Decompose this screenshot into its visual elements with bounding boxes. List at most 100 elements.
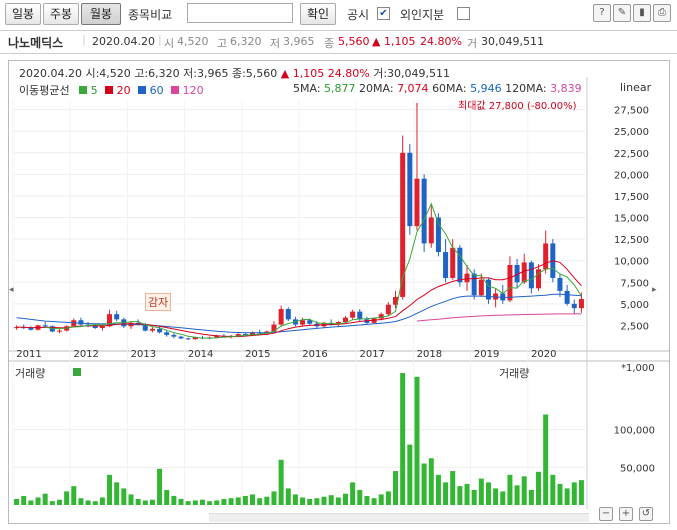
volume-bar bbox=[142, 500, 148, 505]
volume-bar bbox=[385, 491, 391, 505]
monthly-button[interactable]: 월봉 bbox=[81, 3, 121, 25]
stock-change-pct: 24.80% bbox=[420, 35, 462, 48]
price-chart[interactable]: 27,500 25,000 22,500 20,000 17,500 15,000 12,5… bbox=[9, 61, 669, 523]
year-tick-label: 2020 bbox=[531, 349, 556, 360]
ma5-line bbox=[45, 202, 582, 339]
price-tick-label: 20,000 bbox=[614, 170, 649, 181]
volume-bar bbox=[500, 491, 506, 505]
stock-high: 6,320 bbox=[230, 35, 262, 48]
candle-body bbox=[478, 279, 484, 296]
confirm-button[interactable]: 확인 bbox=[300, 3, 336, 25]
volume-bar bbox=[285, 488, 291, 505]
volume-bar bbox=[250, 494, 256, 505]
volume-bar bbox=[364, 495, 370, 505]
year-tick-label: 2011 bbox=[16, 349, 41, 360]
volume-bar bbox=[314, 498, 320, 505]
volume-bar bbox=[128, 494, 134, 505]
candle-body bbox=[164, 332, 170, 335]
volume-tick-label: 50,000 bbox=[620, 463, 655, 474]
volume-bar bbox=[199, 499, 205, 505]
volume-bar bbox=[300, 497, 306, 505]
volume-bar bbox=[257, 498, 263, 505]
daily-button[interactable]: 일봉 bbox=[5, 3, 41, 25]
volume-label-right: 거래량 bbox=[499, 367, 530, 380]
divider: | bbox=[82, 33, 86, 46]
price-tick-label: 12,500 bbox=[614, 235, 649, 246]
price-tick-label: 2,500 bbox=[620, 321, 649, 332]
volume-bar bbox=[78, 498, 84, 505]
compare-label: 종목비교 bbox=[128, 8, 173, 22]
volume-bar bbox=[507, 474, 513, 505]
candle-body bbox=[149, 328, 155, 331]
volume-bar bbox=[400, 373, 406, 505]
volume-bar bbox=[214, 500, 220, 505]
print-icon[interactable]: ⎙ bbox=[653, 4, 671, 22]
foreign-checkbox[interactable] bbox=[457, 7, 470, 20]
volume-bar bbox=[321, 496, 327, 505]
zoom-in-icon[interactable]: + bbox=[619, 507, 633, 521]
volume-tick-label: 100,000 bbox=[614, 426, 655, 437]
volume-bar bbox=[457, 486, 463, 505]
candle-body bbox=[528, 262, 534, 289]
open-tag: 시 bbox=[164, 37, 175, 50]
chart-scrollbar[interactable] bbox=[209, 513, 589, 522]
volume-bar bbox=[35, 497, 41, 505]
candle-body bbox=[443, 252, 449, 278]
compare-input[interactable] bbox=[187, 3, 293, 23]
candle-body bbox=[407, 152, 413, 227]
candle-body bbox=[56, 330, 62, 332]
candle-body bbox=[78, 320, 84, 325]
volume-bar bbox=[42, 493, 48, 505]
price-tick-label: 25,000 bbox=[614, 127, 649, 138]
volume-bar bbox=[292, 494, 298, 505]
year-tick-label: 2014 bbox=[188, 349, 213, 360]
volume-swatch bbox=[73, 368, 81, 376]
candle-body bbox=[42, 325, 48, 327]
draw-icon[interactable]: ✎ bbox=[613, 4, 631, 22]
volume-bar bbox=[49, 501, 55, 505]
candle-body bbox=[185, 338, 191, 340]
candle-body bbox=[342, 317, 348, 322]
volume-bar bbox=[28, 500, 34, 505]
volume-bar bbox=[564, 488, 570, 505]
disclosure-checkbox[interactable]: ✔ bbox=[377, 7, 390, 20]
candle-body bbox=[99, 326, 105, 329]
chart-panel[interactable]: 2020.04.20 시:4,520 고:6,320 저:3,965 종:5,5… bbox=[8, 60, 670, 524]
volume-bar bbox=[21, 495, 27, 505]
volume-bar bbox=[64, 491, 70, 505]
candle-body bbox=[400, 152, 406, 297]
candle-body bbox=[385, 304, 391, 315]
candle-body bbox=[557, 277, 563, 291]
zoom-out-icon[interactable]: − bbox=[599, 507, 613, 521]
volume-bar bbox=[114, 482, 120, 505]
volume-bar bbox=[307, 498, 313, 505]
stock-low: 3,965 bbox=[283, 35, 315, 48]
volume-bar bbox=[157, 468, 163, 505]
volume-bar bbox=[414, 376, 420, 505]
reset-icon[interactable]: ↺ bbox=[639, 507, 653, 521]
volume-bar bbox=[278, 459, 284, 505]
candle-body bbox=[300, 320, 306, 325]
year-tick-label: 2018 bbox=[417, 349, 442, 360]
volume-bar bbox=[514, 485, 520, 505]
stock-close: 5,560 bbox=[338, 35, 370, 48]
stock-date: 2020.04.20 bbox=[92, 35, 155, 48]
candle-body bbox=[450, 247, 456, 278]
volume-bar bbox=[228, 498, 234, 505]
scroll-right-icon[interactable]: ▸ bbox=[652, 285, 657, 295]
volume-bar bbox=[335, 497, 341, 505]
panel-icon[interactable]: ▮ bbox=[633, 4, 651, 22]
year-tick-label: 2016 bbox=[302, 349, 327, 360]
volume-bar bbox=[207, 501, 213, 505]
candle-body bbox=[278, 309, 284, 325]
volume-bar bbox=[450, 471, 456, 505]
year-tick-label: 2019 bbox=[474, 349, 499, 360]
help-icon[interactable]: ? bbox=[593, 4, 611, 22]
volume-bar bbox=[421, 463, 427, 505]
candle-body bbox=[285, 309, 291, 320]
volume-bar bbox=[578, 480, 584, 505]
scroll-left-icon[interactable]: ◂ bbox=[9, 285, 14, 295]
weekly-button[interactable]: 주봉 bbox=[43, 3, 79, 25]
volume-label: 거래량 bbox=[15, 367, 46, 380]
stock-name: 나노메딕스 bbox=[8, 36, 64, 50]
